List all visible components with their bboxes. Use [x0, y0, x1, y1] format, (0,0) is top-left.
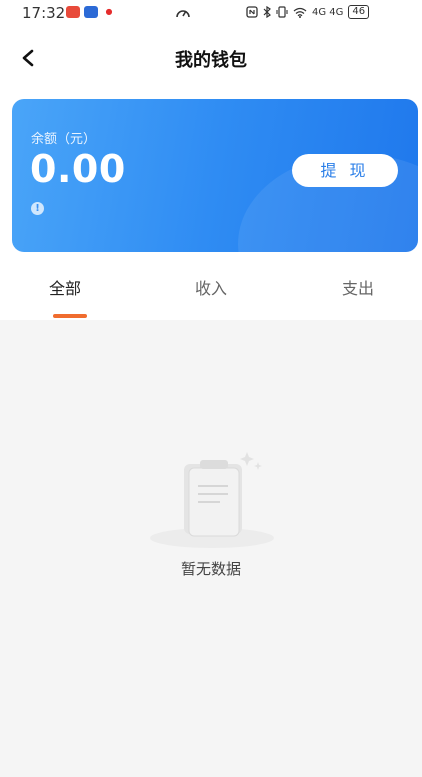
- tab-all[interactable]: 全部: [49, 275, 81, 299]
- speed-icon: [175, 5, 191, 24]
- nfc-icon: [246, 6, 258, 18]
- bluetooth-icon: [263, 6, 271, 18]
- notification-icons: ●: [66, 6, 116, 18]
- battery-icon: 46: [348, 5, 370, 19]
- app-notification-icon: ●: [102, 6, 116, 18]
- page-title: 我的钱包: [175, 50, 247, 71]
- withdraw-button[interactable]: 提 现: [292, 154, 398, 187]
- status-bar: 17:32 ● 4G 4G 46: [0, 0, 422, 26]
- active-tab-indicator: [53, 314, 87, 318]
- clipboard-icon: [150, 452, 274, 548]
- vibrate-icon: [276, 6, 288, 18]
- wifi-icon: [293, 7, 307, 18]
- status-time: 17:32: [22, 4, 66, 22]
- balance-value: 0.00: [30, 147, 126, 191]
- status-icons: 4G 4G 46: [246, 5, 370, 19]
- header: 我的钱包: [0, 38, 422, 78]
- app-notification-icon: [84, 6, 98, 18]
- empty-state: 暂无数据: [0, 440, 422, 600]
- signal-icons: 4G 4G: [312, 6, 344, 18]
- transaction-tabs: 全部 收入 支出: [0, 266, 422, 320]
- info-icon[interactable]: !: [31, 202, 44, 215]
- balance-label: 余额（元）: [31, 132, 97, 147]
- wallet-card: 余额（元） 0.00 ! 提 现: [12, 99, 418, 252]
- app-notification-icon: [66, 6, 80, 18]
- empty-state-text: 暂无数据: [180, 560, 241, 578]
- tab-expense[interactable]: 支出: [342, 275, 374, 299]
- tab-income[interactable]: 收入: [195, 275, 227, 299]
